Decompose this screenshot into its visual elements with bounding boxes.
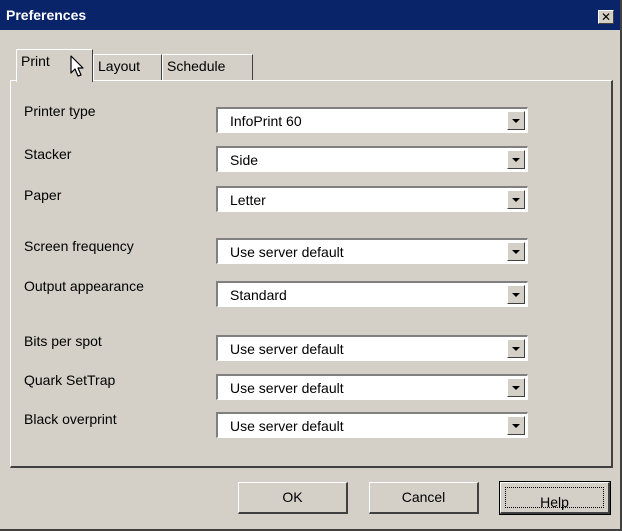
- stacker-value: Side: [230, 152, 259, 168]
- print-tab-panel: [10, 80, 613, 468]
- title-bar[interactable]: Preferences ✕: [0, 0, 620, 30]
- paper-dropdown[interactable]: Letter: [216, 186, 528, 212]
- printer-type-dropdown[interactable]: InfoPrint 60: [216, 107, 528, 133]
- chevron-down-icon[interactable]: [507, 378, 525, 397]
- quark-settrap-label: Quark SetTrap: [24, 372, 116, 388]
- chevron-down-icon[interactable]: [507, 285, 525, 304]
- tab-schedule[interactable]: Schedule: [162, 54, 253, 80]
- tab-label: Schedule: [167, 58, 226, 74]
- focus-rectangle: Help: [505, 487, 604, 510]
- help-button[interactable]: Help: [499, 481, 611, 515]
- cancel-button[interactable]: Cancel: [369, 482, 479, 514]
- close-button[interactable]: ✕: [598, 10, 614, 24]
- bits-per-spot-value: Use server default: [230, 341, 344, 357]
- bits-per-spot-dropdown[interactable]: Use server default: [216, 335, 528, 361]
- chevron-down-icon[interactable]: [507, 190, 525, 209]
- tab-label: Layout: [98, 58, 141, 74]
- chevron-down-icon[interactable]: [507, 150, 525, 169]
- bits-per-spot-label: Bits per spot: [24, 333, 102, 349]
- help-button-label: Help: [540, 494, 569, 510]
- printer-type-value: InfoPrint 60: [230, 113, 302, 129]
- screen-frequency-label: Screen frequency: [24, 238, 134, 254]
- window-title: Preferences: [6, 7, 87, 23]
- cancel-button-label: Cancel: [401, 489, 446, 505]
- chevron-down-icon[interactable]: [507, 111, 525, 130]
- ok-button[interactable]: OK: [238, 482, 348, 514]
- mouse-pointer-icon: [70, 55, 84, 77]
- screen-frequency-dropdown[interactable]: Use server default: [216, 238, 528, 264]
- output-appearance-label: Output appearance: [24, 278, 144, 294]
- screen-frequency-value: Use server default: [230, 244, 344, 260]
- tab-label: Print: [21, 53, 50, 69]
- paper-label: Paper: [24, 187, 62, 203]
- chevron-down-icon[interactable]: [507, 242, 525, 261]
- paper-value: Letter: [230, 192, 266, 208]
- tab-layout[interactable]: Layout: [93, 54, 162, 80]
- stacker-label: Stacker: [24, 146, 72, 162]
- black-overprint-value: Use server default: [230, 418, 344, 434]
- close-icon: ✕: [600, 10, 612, 24]
- stacker-dropdown[interactable]: Side: [216, 146, 528, 172]
- black-overprint-label: Black overprint: [24, 411, 117, 427]
- chevron-down-icon[interactable]: [507, 416, 525, 435]
- preferences-dialog: Preferences ✕ Print Layout Schedule Prin…: [0, 0, 622, 531]
- black-overprint-dropdown[interactable]: Use server default: [216, 412, 528, 438]
- quark-settrap-value: Use server default: [230, 380, 344, 396]
- output-appearance-dropdown[interactable]: Standard: [216, 281, 528, 307]
- quark-settrap-dropdown[interactable]: Use server default: [216, 374, 528, 400]
- printer-type-label: Printer type: [24, 103, 96, 119]
- output-appearance-value: Standard: [230, 287, 287, 303]
- ok-button-label: OK: [282, 489, 303, 505]
- chevron-down-icon[interactable]: [507, 339, 525, 358]
